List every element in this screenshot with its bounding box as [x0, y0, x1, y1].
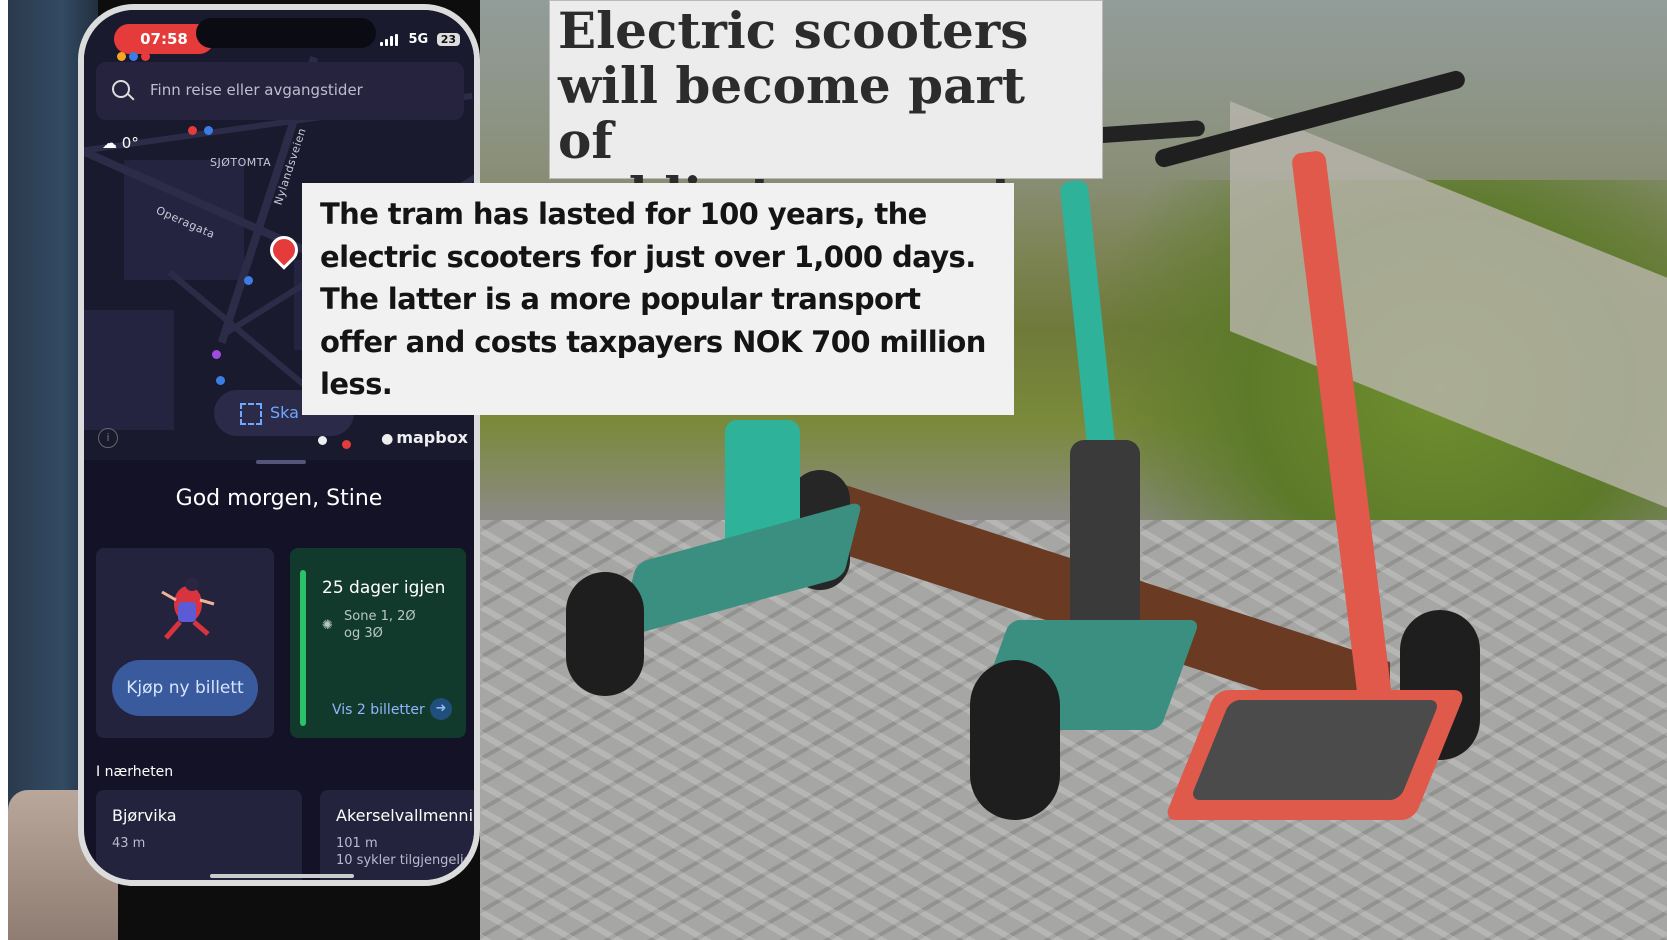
- greeting-title: God morgen, Stine: [175, 486, 383, 511]
- nearby-distance: 101 m: [336, 836, 378, 851]
- mapbox-attribution: mapbox: [381, 428, 468, 447]
- buy-ticket-button[interactable]: Kjøp ny billett: [112, 660, 258, 716]
- subheading-line: electric scooters for just over 1,000 da…: [320, 239, 976, 274]
- subheading-box: The tram has lasted for 100 years, the e…: [302, 183, 1014, 415]
- info-icon[interactable]: i: [98, 428, 118, 448]
- nearby-heading: I nærheten: [96, 764, 174, 780]
- ticket-days-left: 25 dager igjen: [322, 578, 446, 598]
- scooter-deck-grip: [1189, 700, 1441, 800]
- ticket-zones-line1: Sone 1, 2Ø: [344, 609, 416, 624]
- headline-line: will become part of: [558, 56, 1025, 170]
- arrow-right-icon[interactable]: ➜: [430, 698, 452, 720]
- search-icon: [112, 80, 130, 98]
- stop-marker[interactable]: [318, 436, 327, 445]
- ticket-progress-bar: [300, 570, 306, 726]
- sheet-drag-handle[interactable]: [256, 460, 306, 464]
- nearby-distance: 43 m: [112, 836, 146, 851]
- stop-marker[interactable]: [188, 126, 197, 135]
- show-tickets-link[interactable]: Vis 2 billetter: [332, 702, 425, 718]
- nearby-availability: 10 sykler tilgjengelig: [336, 853, 472, 868]
- scooter-wheel: [566, 572, 644, 696]
- scooter-battery: [1070, 440, 1140, 640]
- stop-marker[interactable]: [244, 276, 253, 285]
- subheading-line: The latter is a more popular transport: [320, 282, 921, 316]
- cloud-icon: ☁: [102, 134, 117, 152]
- weather-widget: ☁ 0°: [102, 134, 139, 152]
- signal-icon: [379, 33, 400, 46]
- temperature: 0°: [121, 134, 139, 152]
- home-indicator[interactable]: [210, 874, 354, 878]
- smartphone: SJØTOMTA Operagata Nylandsveien 07:58 5G…: [78, 4, 480, 886]
- nearby-name: Bjørvika: [112, 806, 177, 825]
- stop-marker[interactable]: [216, 376, 225, 385]
- active-ticket-card[interactable]: 25 dager igjen ✺ Sone 1, 2Ø og 3Ø Vis 2 …: [290, 548, 466, 738]
- camera-notch: [196, 18, 376, 48]
- subheading: The tram has lasted for 100 years, the e…: [320, 193, 996, 406]
- stop-marker[interactable]: [212, 350, 221, 359]
- stop-marker[interactable]: [204, 126, 213, 135]
- ticket-zones: Sone 1, 2Ø og 3Ø: [344, 608, 416, 642]
- network-type: 5G: [408, 32, 429, 47]
- frame-edge: [0, 0, 8, 940]
- stop-marker[interactable]: [342, 440, 351, 449]
- subheading-line: The tram has lasted for 100 years, the: [320, 197, 927, 231]
- subheading-line: offer and costs taxpayers NOK 700 millio…: [320, 324, 986, 359]
- buy-ticket-card[interactable]: Kjøp ny billett: [96, 548, 274, 738]
- ticket-zones-line2: og 3Ø: [344, 626, 383, 641]
- map-label-district: SJØTOMTA: [210, 156, 272, 169]
- zone-icon: ✺: [322, 618, 333, 633]
- scan-button-label: Ska: [270, 403, 299, 422]
- subheading-line: less.: [320, 367, 393, 401]
- battery-icon: 23: [436, 33, 460, 46]
- headline-box: Electric scooters will become part of pu…: [549, 0, 1103, 223]
- headline-line: Electric scooters: [558, 1, 1029, 60]
- scan-icon: [240, 403, 262, 425]
- nearby-card[interactable]: Akerselvallmenning 101 m 10 sykler tilgj…: [320, 790, 480, 880]
- status-bar-right: 5G 23: [379, 32, 460, 47]
- search-placeholder: Finn reise eller avgangstider: [150, 81, 363, 99]
- scooter-wheel: [970, 660, 1060, 820]
- nearby-name: Akerselvallmenning: [336, 806, 480, 825]
- search-field[interactable]: Finn reise eller avgangstider: [96, 62, 464, 120]
- nearby-card[interactable]: Bjørvika 43 m: [96, 790, 302, 880]
- traveller-illustration: [161, 577, 215, 640]
